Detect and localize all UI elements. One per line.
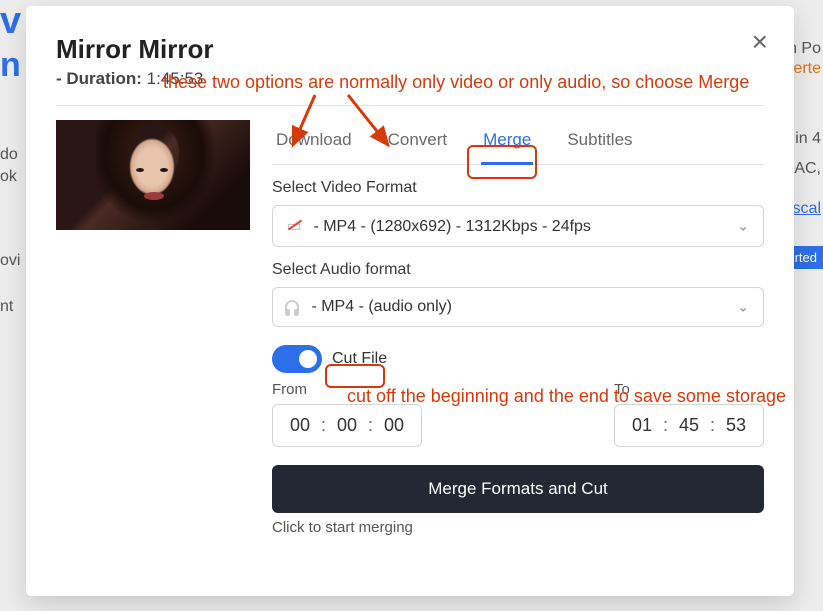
to-time-input[interactable]: : : <box>614 404 764 447</box>
to-seconds[interactable] <box>723 415 749 436</box>
bg-text: ovi <box>0 252 20 270</box>
tab-convert[interactable]: Convert <box>388 130 448 164</box>
audio-format-label: Select Audio format <box>272 261 764 279</box>
from-seconds[interactable] <box>381 415 407 436</box>
bg-text: nt <box>0 298 13 316</box>
tabs: Download Convert Merge Subtitles <box>272 120 764 165</box>
audio-format-select[interactable]: - MP4 - (audio only) ⌄ <box>272 287 764 327</box>
to-hours[interactable] <box>629 415 655 436</box>
bg-text: in 4 <box>795 130 821 148</box>
audio-format-value: - MP4 - (audio only) <box>311 298 452 315</box>
cut-file-label: Cut File <box>332 350 387 368</box>
video-format-select[interactable]: ▭ - MP4 - (1280x692) - 1312Kbps - 24fps … <box>272 205 764 247</box>
cut-file-toggle[interactable] <box>272 345 322 373</box>
from-label: From <box>272 381 422 398</box>
duration-label: - Duration: <box>56 69 142 88</box>
bg-text: erte <box>793 60 821 78</box>
video-thumbnail <box>56 120 250 230</box>
from-minutes[interactable] <box>334 415 360 436</box>
bg-text: v <box>0 0 21 43</box>
tab-subtitles[interactable]: Subtitles <box>567 130 632 164</box>
from-hours[interactable] <box>287 415 313 436</box>
to-minutes[interactable] <box>676 415 702 436</box>
video-duration: - Duration: 1:45:53 <box>56 69 764 89</box>
tab-merge[interactable]: Merge <box>483 130 531 164</box>
duration-value: 1:45:53 <box>147 69 204 88</box>
headphones-icon <box>285 300 299 312</box>
video-title: Mirror Mirror <box>56 34 764 65</box>
from-time-input[interactable]: : : <box>272 404 422 447</box>
tab-download[interactable]: Download <box>276 130 352 164</box>
close-icon[interactable]: × <box>752 28 768 56</box>
toggle-knob <box>298 349 318 369</box>
merge-hint: Click to start merging <box>272 519 764 536</box>
chevron-down-icon: ⌄ <box>737 299 749 316</box>
bg-text: do <box>0 146 18 164</box>
download-dialog: × Mirror Mirror - Duration: 1:45:53 Down… <box>26 6 794 596</box>
chevron-down-icon: ⌄ <box>737 218 749 235</box>
bg-text: n <box>0 46 21 85</box>
video-format-value: - MP4 - (1280x692) - 1312Kbps - 24fps <box>313 218 590 235</box>
video-format-label: Select Video Format <box>272 179 764 197</box>
no-video-icon: ▭ <box>285 216 303 236</box>
divider <box>56 105 764 106</box>
to-label: To <box>614 381 764 398</box>
merge-button[interactable]: Merge Formats and Cut <box>272 465 764 513</box>
bg-text: ok <box>0 168 17 186</box>
